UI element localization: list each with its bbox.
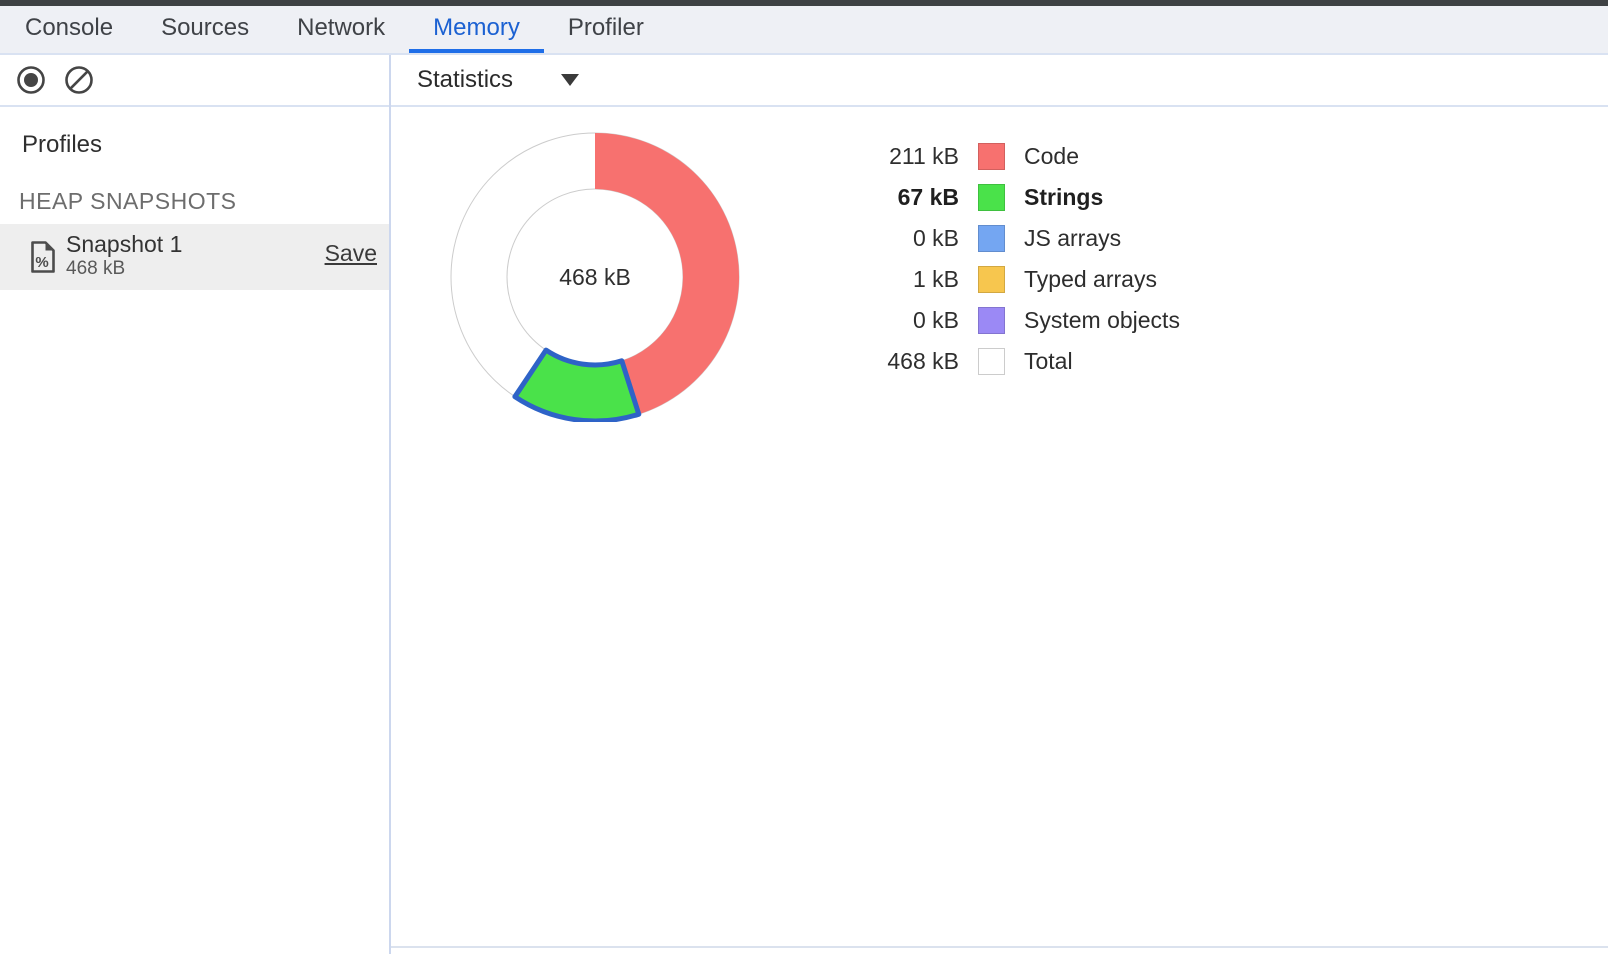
main-panel-bottom-border <box>391 946 1608 948</box>
perspective-select-label: Statistics <box>417 66 513 94</box>
typed-arrays-swatch <box>978 266 1005 293</box>
legend-label: Total <box>1024 348 1073 375</box>
legend-label: JS arrays <box>1024 225 1121 252</box>
clear-profiles-button[interactable] <box>64 65 94 95</box>
code-swatch <box>978 143 1005 170</box>
legend-value: 0 kB <box>849 307 959 334</box>
profiles-title: Profiles <box>22 131 102 159</box>
devtools-window: Console Sources Network Memory Profiler … <box>0 0 1608 954</box>
record-heap-snapshot-button[interactable] <box>16 65 46 95</box>
tab-profiler[interactable]: Profiler <box>544 6 668 53</box>
sidebar-resize-divider[interactable] <box>389 55 391 954</box>
legend-value: 468 kB <box>849 348 959 375</box>
chevron-down-icon <box>561 74 579 86</box>
perspective-select[interactable]: Statistics <box>417 55 579 105</box>
legend-value: 67 kB <box>849 184 959 211</box>
total-swatch <box>978 348 1005 375</box>
tab-console[interactable]: Console <box>1 6 137 53</box>
chart-legend: 211 kB Code 67 kB Strings 0 kB JS arrays… <box>849 136 1180 382</box>
legend-label: Strings <box>1024 184 1103 211</box>
legend-label: System objects <box>1024 307 1180 334</box>
save-snapshot-link[interactable]: Save <box>325 240 377 267</box>
legend-row-strings: 67 kB Strings <box>849 177 1180 218</box>
legend-value: 1 kB <box>849 266 959 293</box>
legend-label: Typed arrays <box>1024 266 1157 293</box>
legend-value: 0 kB <box>849 225 959 252</box>
snapshot-size: 468 kB <box>66 258 182 280</box>
snapshot-list-item[interactable]: % Snapshot 1 468 kB Save <box>0 224 389 290</box>
svg-text:%: % <box>35 254 48 271</box>
js-arrays-swatch <box>978 225 1005 252</box>
strings-swatch <box>978 184 1005 211</box>
panel-tabbar: Console Sources Network Memory Profiler <box>0 6 1608 55</box>
legend-row-total: 468 kB Total <box>849 341 1180 382</box>
heap-snapshots-section-header: HEAP SNAPSHOTS <box>19 188 236 215</box>
tab-memory[interactable]: Memory <box>409 6 544 53</box>
snapshot-info: Snapshot 1 468 kB <box>66 230 182 280</box>
legend-row-js-arrays: 0 kB JS arrays <box>849 218 1180 259</box>
record-icon <box>16 65 46 95</box>
legend-row-code: 211 kB Code <box>849 136 1180 177</box>
system-objects-swatch <box>978 307 1005 334</box>
legend-row-system-objects: 0 kB System objects <box>849 300 1180 341</box>
memory-toolbar: Statistics <box>0 55 1608 107</box>
legend-value: 211 kB <box>849 143 959 170</box>
clear-icon <box>64 65 94 95</box>
tab-sources[interactable]: Sources <box>137 6 273 53</box>
legend-row-typed-arrays: 1 kB Typed arrays <box>849 259 1180 300</box>
snapshot-name: Snapshot 1 <box>66 230 182 258</box>
legend-label: Code <box>1024 143 1079 170</box>
donut-center-total: 468 kB <box>559 264 631 290</box>
heap-snapshot-icon: % <box>30 240 56 274</box>
heap-statistics-donut-chart: 468 kB <box>450 132 740 422</box>
tab-network[interactable]: Network <box>273 6 409 53</box>
